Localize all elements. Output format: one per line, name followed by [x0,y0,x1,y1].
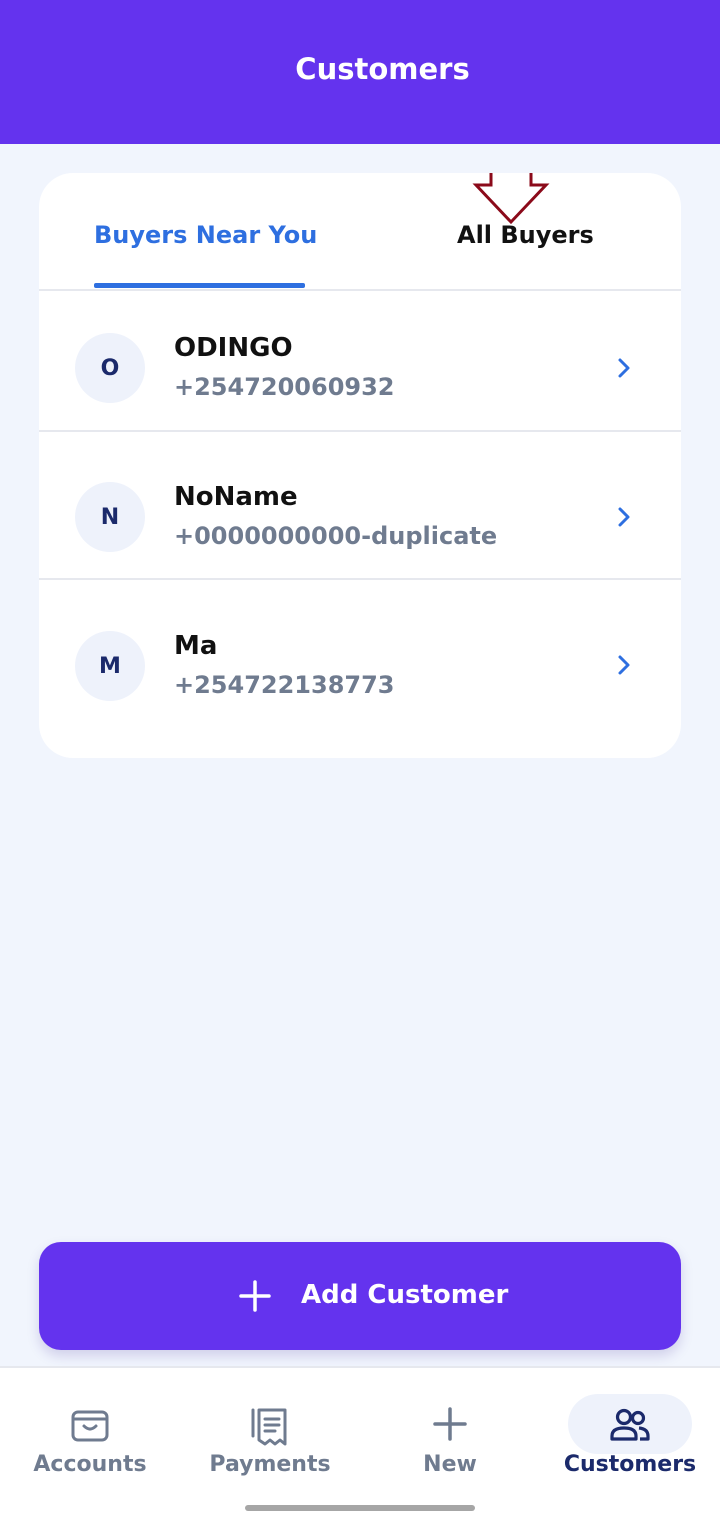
chevron-right-icon [618,358,630,378]
nav-label-new: New [423,1452,477,1477]
customer-row[interactable]: M Ma +254722138773 [39,580,681,720]
receipt-icon [251,1408,287,1446]
add-customer-label: Add Customer [301,1280,509,1310]
avatar: M [75,631,145,701]
active-tab-indicator [94,283,305,288]
customers-card: Buyers Near You All Buyers O ODINGO +254… [39,173,681,758]
avatar: N [75,482,145,552]
nav-label-accounts: Accounts [33,1452,147,1477]
nav-item-customers[interactable]: Customers [540,1368,720,1488]
nav-item-accounts[interactable]: Accounts [0,1368,180,1488]
home-indicator [245,1505,475,1511]
down-arrow-annotation-icon [472,173,550,225]
customer-phone: +0000000000-duplicate [174,522,498,550]
customer-phone: +254722138773 [174,671,395,699]
customer-row[interactable]: N NoName +0000000000-duplicate [39,432,681,572]
customer-name: ODINGO [174,333,293,363]
nav-label-payments: Payments [209,1452,331,1477]
chevron-right-icon [618,507,630,527]
app-header: Customers [0,0,720,144]
customer-name: Ma [174,631,218,661]
nav-item-payments[interactable]: Payments [180,1368,360,1488]
chevron-right-icon [618,655,630,675]
nav-label-customers: Customers [563,1452,697,1477]
nav-item-new[interactable]: New [360,1368,540,1488]
plus-icon [433,1407,467,1441]
tab-all-buyers[interactable]: All Buyers [457,221,594,249]
tab-buyers-near-you[interactable]: Buyers Near You [94,221,317,249]
avatar: O [75,333,145,403]
customer-phone: +254720060932 [174,373,395,401]
plus-icon [239,1280,271,1312]
wallet-icon [71,1410,109,1442]
add-customer-button[interactable]: Add Customer [39,1242,681,1350]
bottom-navigation: Accounts Payments New Customers [0,1366,720,1523]
page-title: Customers [295,52,470,86]
users-icon [610,1408,650,1441]
customer-row[interactable]: O ODINGO +254720060932 [39,291,681,431]
customer-name: NoName [174,482,298,512]
